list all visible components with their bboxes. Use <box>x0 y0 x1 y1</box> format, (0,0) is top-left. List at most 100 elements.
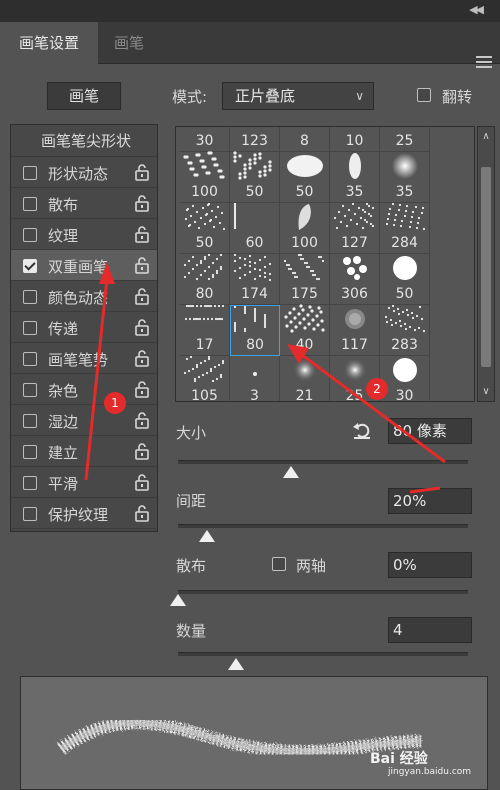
size-input[interactable]: 80 像素 <box>388 418 472 444</box>
option-checkbox[interactable] <box>23 476 37 490</box>
brush-tip-cell[interactable]: 3 <box>230 356 280 402</box>
option-checkbox[interactable] <box>23 166 37 180</box>
option-checkbox[interactable] <box>23 228 37 242</box>
collapse-icon[interactable]: ◀◀ <box>469 3 484 16</box>
brush-preset-button[interactable]: 画笔 <box>47 82 121 110</box>
size-slider-knob[interactable] <box>283 466 300 478</box>
brush-option-item[interactable]: 保护纹理 <box>11 498 157 529</box>
option-checkbox[interactable] <box>23 290 37 304</box>
both-axes-checkbox[interactable] <box>272 557 286 571</box>
option-checkbox[interactable] <box>23 507 37 521</box>
unlock-icon[interactable] <box>135 350 149 367</box>
tab-brush-settings[interactable]: 画笔设置 <box>0 22 98 64</box>
grid-scrollbar[interactable]: ∧ ∨ <box>477 126 495 402</box>
mode-select[interactable]: 正片叠底 ∨ <box>222 82 374 110</box>
count-input[interactable]: 4 <box>388 617 472 643</box>
spacing-slider-knob[interactable] <box>199 530 215 542</box>
tab-brush[interactable]: 画笔 <box>100 22 158 64</box>
brush-tip-cell[interactable]: 50 <box>380 254 430 305</box>
brush-option-item[interactable]: 建立 <box>11 436 157 467</box>
brush-tip-cell[interactable]: 30 <box>380 356 430 401</box>
option-checkbox[interactable] <box>23 414 37 428</box>
scatter-slider[interactable] <box>178 590 468 594</box>
brush-tip-cell[interactable]: 284 <box>380 202 430 254</box>
brush-option-item[interactable]: 形状动态 <box>11 157 157 188</box>
brush-tip-cell[interactable]: 100 <box>180 151 230 203</box>
brush-tip-cell[interactable]: 25 <box>380 127 430 152</box>
option-checkbox[interactable] <box>23 259 37 273</box>
brush-tip-cell[interactable]: 123 <box>230 127 280 152</box>
brush-tip-cell[interactable]: 80 <box>180 253 230 305</box>
brush-tip-cell[interactable]: 35 <box>380 152 430 203</box>
unlock-icon[interactable] <box>135 288 149 305</box>
scatter-input[interactable]: 0% <box>388 552 472 578</box>
scatter-slider-knob[interactable] <box>170 594 186 606</box>
annotation-badge-1: 1 <box>104 392 126 414</box>
brush-tip-cell[interactable]: 10 <box>330 127 380 152</box>
brush-tip-cell[interactable]: 21 <box>280 356 330 401</box>
unlock-icon[interactable] <box>135 505 149 522</box>
brush-tip-cell[interactable]: 30 <box>180 127 230 152</box>
brush-option-item[interactable]: 杂色 <box>11 374 157 405</box>
brush-size-number: 3 <box>250 388 259 402</box>
brush-tip-cell[interactable]: 117 <box>330 305 380 356</box>
flip-checkbox[interactable] <box>417 88 431 102</box>
brush-tip-cell[interactable]: 174 <box>230 253 280 305</box>
both-axes-label: 两轴 <box>296 557 327 575</box>
brush-option-item[interactable]: 传递 <box>11 312 157 343</box>
option-checkbox[interactable] <box>23 383 37 397</box>
scroll-up-icon[interactable]: ∧ <box>478 131 494 142</box>
unlock-icon[interactable] <box>135 319 149 336</box>
unlock-icon[interactable] <box>135 381 149 398</box>
brush-option-item[interactable]: 画笔笔势 <box>11 343 157 374</box>
brush-tip-cell[interactable]: 127 <box>330 202 380 254</box>
brush-option-item[interactable]: 双重画笔 <box>11 250 157 281</box>
brush-option-item[interactable]: 颜色动态 <box>11 281 157 312</box>
brush-option-item[interactable]: 湿边 <box>11 405 157 436</box>
brush-tip-cell[interactable]: 8 <box>280 127 330 152</box>
brush-size-number: 284 <box>391 235 418 251</box>
brush-tip-cell[interactable]: 283 <box>380 304 430 356</box>
brush-option-item[interactable]: 散布 <box>11 188 157 219</box>
unlock-icon[interactable] <box>135 412 149 429</box>
unlock-icon[interactable] <box>135 195 149 212</box>
brush-tip-cell[interactable]: 105 <box>180 355 230 401</box>
brush-tip-thumbnail <box>183 304 227 338</box>
option-checkbox[interactable] <box>23 352 37 366</box>
brush-tip-cell[interactable]: 100 <box>280 203 330 254</box>
size-slider[interactable] <box>178 460 468 464</box>
reset-size-icon[interactable] <box>352 420 372 440</box>
brush-tip-cell[interactable]: 50 <box>180 202 230 254</box>
panel-menu-icon[interactable] <box>476 56 492 71</box>
brush-option-item[interactable]: 平滑 <box>11 467 157 498</box>
spacing-input[interactable]: 20% <box>388 488 472 514</box>
count-slider-knob[interactable] <box>228 658 244 670</box>
unlock-icon[interactable] <box>135 474 149 491</box>
brush-tip-cell[interactable]: 60 <box>230 202 280 254</box>
unlock-icon[interactable] <box>135 164 149 181</box>
option-checkbox[interactable] <box>23 445 37 459</box>
scroll-thumb[interactable] <box>481 167 491 367</box>
brush-tip-shape-item[interactable]: 画笔笔尖形状 <box>11 125 157 157</box>
unlock-icon[interactable] <box>135 443 149 460</box>
brush-size-number: 306 <box>341 286 368 302</box>
brush-tip-cell[interactable]: 306 <box>330 254 380 305</box>
brush-option-item[interactable]: 纹理 <box>11 219 157 250</box>
option-checkbox[interactable] <box>23 197 37 211</box>
brush-tip-cell[interactable]: 175 <box>280 253 330 305</box>
brush-tip-cell[interactable]: 17 <box>180 304 230 356</box>
brush-tip-cell[interactable]: 50 <box>280 152 330 203</box>
brush-tip-cell[interactable]: 35 <box>330 152 380 203</box>
option-checkbox[interactable] <box>23 321 37 335</box>
brush-tip-cell[interactable]: 50 <box>230 151 280 203</box>
option-label: 保护纹理 <box>48 506 109 524</box>
brush-tip-thumbnail <box>283 304 327 338</box>
scroll-down-icon[interactable]: ∨ <box>478 386 494 397</box>
count-slider[interactable] <box>178 652 468 656</box>
brush-tip-thumbnail <box>391 152 419 184</box>
unlock-icon[interactable] <box>135 257 149 274</box>
unlock-icon[interactable] <box>135 226 149 243</box>
brush-tip-cell[interactable]: 40 <box>280 304 330 356</box>
spacing-slider[interactable] <box>178 524 468 528</box>
brush-tip-cell[interactable]: 80 <box>230 305 280 356</box>
